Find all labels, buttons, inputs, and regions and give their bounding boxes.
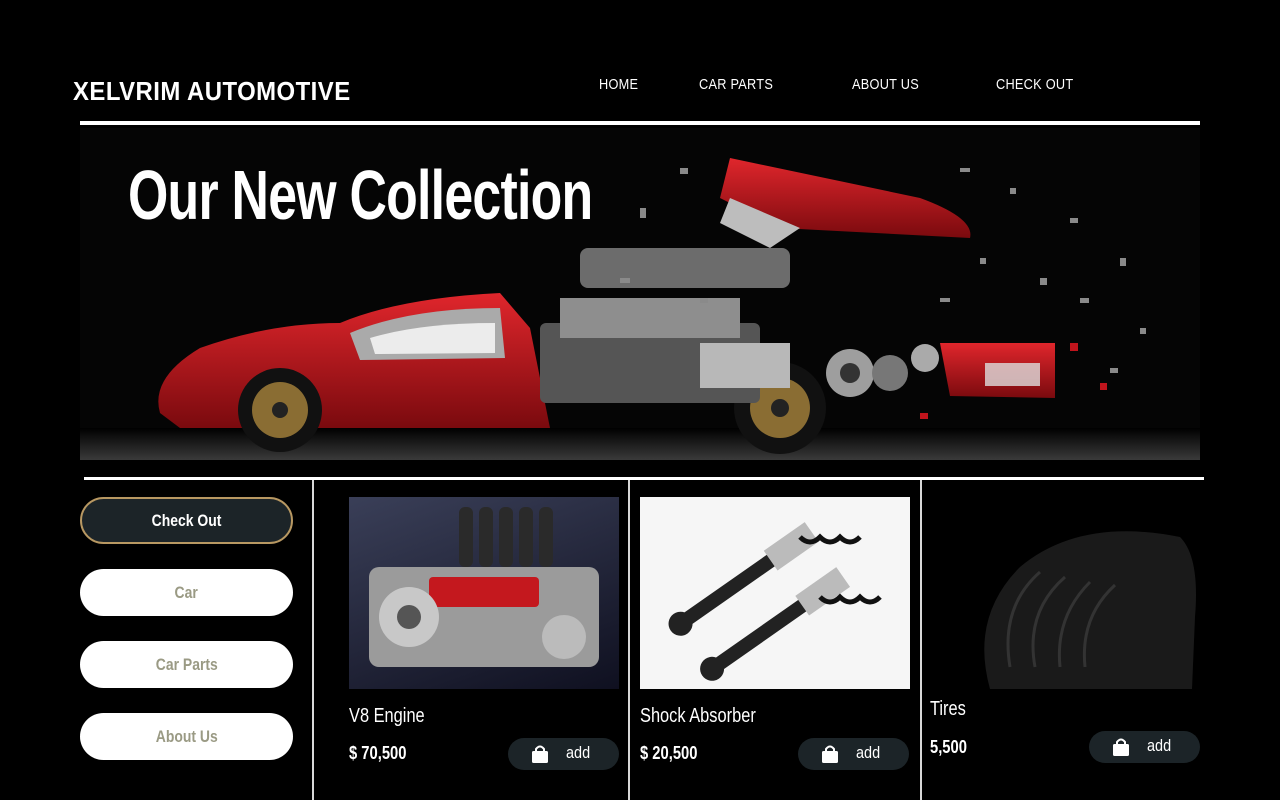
nav-car-parts[interactable]: CAR PARTS [699, 76, 773, 93]
sidebar-about-us-button[interactable]: About Us [80, 713, 293, 760]
hero-title: Our New Collection [128, 156, 593, 234]
product-name: V8 Engine [349, 705, 425, 727]
add-to-cart-button[interactable]: add [798, 738, 909, 770]
nav-about-us[interactable]: ABOUT US [852, 76, 919, 93]
shopping-bag-icon [1113, 738, 1129, 756]
product-image-v8-engine[interactable] [349, 497, 619, 689]
tire-illustration [984, 531, 1196, 689]
header-divider [80, 121, 1200, 125]
brand-logo[interactable]: XELVRIM AUTOMOTIVE [73, 76, 351, 107]
add-to-cart-button[interactable]: add [508, 738, 619, 770]
product-name: Shock Absorber [640, 705, 756, 727]
product-name: Tires [930, 698, 966, 720]
nav-check-out[interactable]: CHECK OUT [996, 76, 1073, 93]
add-to-cart-button[interactable]: add [1089, 731, 1200, 763]
product-image-shock-absorber[interactable] [640, 497, 910, 689]
sidebar-car-button[interactable]: Car [80, 569, 293, 616]
product-price: $ 20,500 [640, 743, 698, 763]
nav-home[interactable]: HOME [599, 76, 638, 93]
section-divider [84, 477, 1204, 480]
shock-absorber-illustration [668, 522, 882, 681]
shopping-bag-icon [822, 745, 838, 763]
column-divider [312, 480, 314, 800]
product-image-tires[interactable] [930, 497, 1200, 689]
sidebar-checkout-button[interactable]: Check Out [80, 497, 293, 544]
engine-illustration [369, 507, 599, 667]
column-divider [920, 480, 922, 800]
product-price: 5,500 [930, 737, 967, 757]
sidebar-car-parts-button[interactable]: Car Parts [80, 641, 293, 688]
shopping-bag-icon [532, 745, 548, 763]
column-divider [628, 480, 630, 800]
product-price: $ 70,500 [349, 743, 407, 763]
